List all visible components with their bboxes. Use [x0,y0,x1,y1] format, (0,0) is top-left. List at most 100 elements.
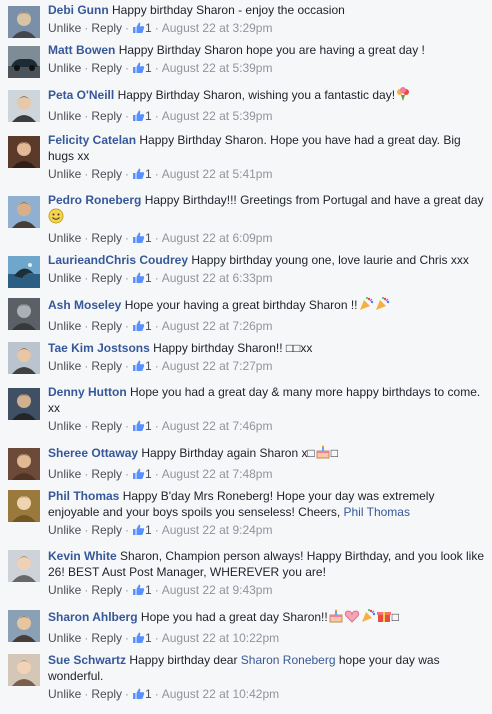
like-count[interactable]: 1 [132,167,152,181]
comment-timestamp[interactable]: August 22 at 7:26pm [162,319,273,333]
like-count[interactable]: 1 [132,631,152,645]
reply-link[interactable]: Reply [91,109,122,123]
like-count[interactable]: 1 [132,523,152,537]
reply-link[interactable]: Reply [91,271,122,285]
comment-body: Felicity Catelan Happy Birthday Sharon. … [48,132,484,164]
comment-author[interactable]: LaurieandChris Coudrey [48,253,188,267]
avatar[interactable] [8,550,40,582]
thumbs-up-icon [132,319,145,336]
unlike-link[interactable]: Unlike [48,687,81,701]
reply-link[interactable]: Reply [91,467,122,481]
reply-link[interactable]: Reply [91,419,122,433]
unlike-link[interactable]: Unlike [48,61,81,75]
like-count-value: 1 [145,167,152,181]
unlike-link[interactable]: Unlike [48,231,81,245]
like-count[interactable]: 1 [132,109,152,123]
separator-dot: · [125,523,130,537]
reply-link[interactable]: Reply [91,631,122,645]
unlike-link[interactable]: Unlike [48,109,81,123]
reply-link[interactable]: Reply [91,583,122,597]
like-count[interactable]: 1 [132,687,152,701]
comment-timestamp[interactable]: August 22 at 9:24pm [162,523,273,537]
comment-timestamp[interactable]: August 22 at 5:39pm [162,109,273,123]
avatar[interactable] [8,256,40,288]
like-count[interactable]: 1 [132,21,152,35]
comment-author[interactable]: Phil Thomas [48,489,119,503]
thumbs-up-icon [132,21,145,38]
avatar[interactable] [8,490,40,522]
like-count[interactable]: 1 [132,419,152,433]
avatar[interactable] [8,342,40,374]
comment-content: Denny Hutton Hope you had a great day & … [48,384,484,436]
tagged-name-link[interactable]: Phil Thomas [344,505,410,519]
comment-actions: Unlike · Reply · 1 · August 22 at 7:48pm [48,466,484,484]
comment-timestamp[interactable]: August 22 at 3:29pm [162,21,273,35]
unlike-link[interactable]: Unlike [48,419,81,433]
comment-timestamp[interactable]: August 22 at 9:43pm [162,583,273,597]
comment-timestamp[interactable]: August 22 at 5:39pm [162,61,273,75]
comment-author[interactable]: Peta O'Neill [48,88,114,102]
like-count[interactable]: 1 [132,319,152,333]
comment-timestamp[interactable]: August 22 at 7:46pm [162,419,273,433]
comment-author[interactable]: Kevin White [48,549,117,563]
avatar[interactable] [8,388,40,420]
comment-author[interactable]: Pedro Roneberg [48,193,141,207]
comment-timestamp[interactable]: August 22 at 10:22pm [162,631,279,645]
reply-link[interactable]: Reply [91,61,122,75]
avatar[interactable] [8,46,40,78]
like-count[interactable]: 1 [132,359,152,373]
unlike-link[interactable]: Unlike [48,523,81,537]
reply-link[interactable]: Reply [91,319,122,333]
comment-actions: Unlike · Reply · 1 · August 22 at 6:09pm [48,230,484,248]
avatar[interactable] [8,136,40,168]
like-count[interactable]: 1 [132,583,152,597]
like-count[interactable]: 1 [132,271,152,285]
unlike-link[interactable]: Unlike [48,271,81,285]
comment-author[interactable]: Matt Bowen [48,43,115,57]
comment-author[interactable]: Felicity Catelan [48,133,136,147]
separator-dot: · [125,271,130,285]
unlike-link[interactable]: Unlike [48,359,81,373]
comment-author[interactable]: Denny Hutton [48,385,127,399]
comment-timestamp[interactable]: August 22 at 10:42pm [162,687,279,701]
avatar[interactable] [8,6,40,38]
like-count[interactable]: 1 [132,467,152,481]
comment-timestamp[interactable]: August 22 at 5:41pm [162,167,273,181]
unlike-link[interactable]: Unlike [48,631,81,645]
comment-author[interactable]: Debi Gunn [48,3,109,17]
avatar[interactable] [8,298,40,330]
unlike-link[interactable]: Unlike [48,319,81,333]
avatar[interactable] [8,610,40,642]
comment-author[interactable]: Sharon Ahlberg [48,610,138,624]
reply-link[interactable]: Reply [91,359,122,373]
comment-timestamp[interactable]: August 22 at 7:48pm [162,467,273,481]
comment-timestamp[interactable]: August 22 at 6:09pm [162,231,273,245]
comment-body: Phil Thomas Happy B'day Mrs Roneberg! Ho… [48,488,484,520]
reply-link[interactable]: Reply [91,167,122,181]
comment-author[interactable]: Ash Moseley [48,298,121,312]
comment-actions: Unlike · Reply · 1 · August 22 at 9:43pm [48,582,484,600]
avatar[interactable] [8,448,40,480]
unlike-link[interactable]: Unlike [48,21,81,35]
like-count-value: 1 [145,271,152,285]
comment-timestamp[interactable]: August 22 at 6:33pm [162,271,273,285]
unlike-link[interactable]: Unlike [48,167,81,181]
reply-link[interactable]: Reply [91,687,122,701]
unlike-link[interactable]: Unlike [48,467,81,481]
avatar[interactable] [8,654,40,686]
like-count[interactable]: 1 [132,61,152,75]
avatar[interactable] [8,90,40,122]
thumbs-up-icon [132,583,145,600]
reply-link[interactable]: Reply [91,231,122,245]
like-count[interactable]: 1 [132,231,152,245]
reply-link[interactable]: Reply [91,523,122,537]
comment-author[interactable]: Sheree Ottaway [48,446,138,460]
unlike-link[interactable]: Unlike [48,583,81,597]
comment-author[interactable]: Sue Schwartz [48,653,126,667]
like-count-value: 1 [145,631,152,645]
tagged-name-link[interactable]: Sharon Roneberg [241,653,336,667]
comment-timestamp[interactable]: August 22 at 7:27pm [162,359,273,373]
avatar[interactable] [8,196,40,228]
reply-link[interactable]: Reply [91,21,122,35]
comment-author[interactable]: Tae Kim Jostsons [48,341,150,355]
